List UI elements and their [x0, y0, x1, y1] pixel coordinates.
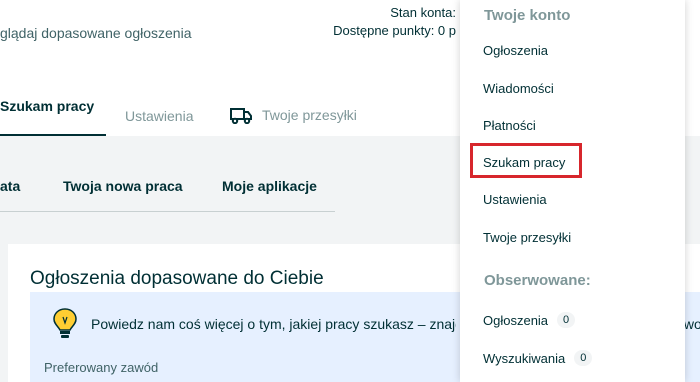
observed-searches-count-badge: 0 — [574, 350, 593, 366]
observed-ads-count-badge: 0 — [557, 312, 576, 328]
observed-ads-label: Ogłoszenia — [483, 312, 549, 328]
observed-searches-label: Wyszukiwania — [483, 350, 566, 366]
menu-item-observed-searches[interactable]: Wyszukiwania 0 — [483, 350, 593, 366]
page-subtitle: glądaj dopasowane ogłoszenia — [0, 25, 192, 41]
account-status: Stan konta: Dostępne punkty: 0 p — [333, 4, 456, 40]
menu-item-observed-ads[interactable]: Ogłoszenia 0 — [483, 312, 576, 328]
card-title: Ogłoszenia dopasowane do Ciebie — [30, 268, 324, 289]
highlight-box — [470, 143, 582, 178]
account-dropdown-menu: Twoje konto Ogłoszenia Wiadomości Płatno… — [460, 0, 685, 382]
menu-item-platnosci[interactable]: Płatności — [483, 118, 536, 133]
info-text: Powiedz nam coś więcej o tym, jakiej pra… — [91, 316, 456, 332]
subtab-moje-aplikacje[interactable]: Moje aplikacje — [222, 178, 317, 194]
subtabs-divider — [0, 211, 335, 212]
main-tabs: Szukam pracy — [0, 88, 94, 136]
menu-item-twoje-przesylki[interactable]: Twoje przesyłki — [483, 230, 571, 245]
menu-item-ustawienia[interactable]: Ustawienia — [483, 192, 547, 207]
truck-icon — [230, 108, 252, 124]
tab-ustawienia[interactable]: Ustawienia — [125, 98, 193, 124]
tab-szukam-pracy[interactable]: Szukam pracy — [0, 88, 94, 114]
tab-twoje-przesylki[interactable]: Twoje przesyłki — [230, 96, 357, 124]
subtab-partial[interactable]: ata — [0, 178, 20, 194]
menu-item-ogloszenia[interactable]: Ogłoszenia — [483, 43, 548, 58]
available-points-label: Dostępne punkty: 0 p — [333, 23, 456, 38]
preferred-job-label: Preferowany zawód — [44, 360, 159, 375]
account-heading: Twoje konto — [484, 7, 571, 24]
menu-item-wiadomosci[interactable]: Wiadomości — [483, 81, 554, 96]
subtab-twoja-nowa-praca[interactable]: Twoja nowa praca — [63, 178, 183, 194]
lightbulb-icon — [53, 308, 77, 338]
tab-twoje-przesylki-label: Twoje przesyłki — [262, 107, 357, 123]
observed-heading: Obserwowane: — [484, 272, 591, 289]
account-status-label: Stan konta: — [390, 5, 456, 20]
